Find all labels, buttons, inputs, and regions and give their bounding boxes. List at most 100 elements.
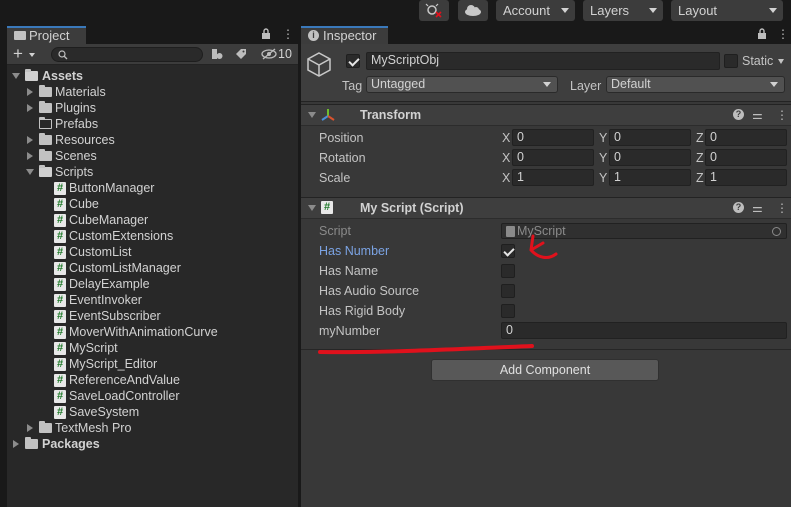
collab-button[interactable] bbox=[419, 0, 449, 21]
tree-item-packages[interactable]: Packages bbox=[7, 436, 298, 452]
more-menu-icon[interactable]: ⋮ bbox=[282, 27, 294, 41]
has-number-checkbox[interactable] bbox=[501, 244, 515, 258]
lock-icon[interactable] bbox=[757, 28, 767, 43]
tree-item-script[interactable]: # MyScript bbox=[7, 340, 298, 356]
x-label[interactable]: X bbox=[502, 150, 510, 166]
y-label[interactable]: Y bbox=[599, 150, 607, 166]
tree-item-script[interactable]: # ButtonManager bbox=[7, 180, 298, 196]
tree-item-label: Scenes bbox=[55, 149, 97, 163]
scale-y-field[interactable]: 1 bbox=[609, 169, 691, 186]
tree-item-textmesh-pro[interactable]: TextMesh Pro bbox=[7, 420, 298, 436]
tab-project[interactable]: Project bbox=[7, 26, 86, 44]
tree-item-script[interactable]: # EventSubscriber bbox=[7, 308, 298, 324]
tree-item-label: Cube bbox=[69, 197, 99, 211]
rotation-y-field[interactable]: 0 bbox=[609, 149, 691, 166]
empty-folder-icon bbox=[39, 117, 52, 129]
chevron-down-icon[interactable] bbox=[29, 53, 35, 57]
collapsed-arrow-icon bbox=[13, 440, 19, 448]
y-label[interactable]: Y bbox=[599, 170, 607, 186]
x-label[interactable]: X bbox=[502, 130, 510, 146]
tree-item-prefabs[interactable]: Prefabs bbox=[7, 116, 298, 132]
tree-item-script[interactable]: # SaveLoadController bbox=[7, 388, 298, 404]
has-rigid-body-checkbox[interactable] bbox=[501, 304, 515, 318]
has-name-checkbox[interactable] bbox=[501, 264, 515, 278]
tree-item-script[interactable]: # CubeManager bbox=[7, 212, 298, 228]
tree-item-plugins[interactable]: Plugins bbox=[7, 100, 298, 116]
lock-icon[interactable] bbox=[261, 28, 271, 43]
tree-item-script[interactable]: # EventInvoker bbox=[7, 292, 298, 308]
has-audio-source-label: Has Audio Source bbox=[319, 284, 420, 298]
project-tab-bar: Project ⋮ bbox=[7, 26, 298, 44]
tag-label: Tag bbox=[342, 79, 363, 93]
csharp-script-icon: # bbox=[54, 406, 66, 419]
tree-item-scenes[interactable]: Scenes bbox=[7, 148, 298, 164]
tree-item-script[interactable]: # DelayExample bbox=[7, 276, 298, 292]
tree-item-assets[interactable]: Assets bbox=[7, 68, 298, 84]
create-plus-icon[interactable]: + bbox=[13, 44, 23, 64]
scale-x-field[interactable]: 1 bbox=[512, 169, 594, 186]
add-component-button[interactable]: Add Component bbox=[431, 359, 659, 381]
has-name-label: Has Name bbox=[319, 264, 379, 278]
tree-item-label: CustomListManager bbox=[69, 261, 181, 275]
help-icon[interactable]: ? bbox=[733, 109, 744, 120]
preset-icon[interactable]: ⚌ bbox=[752, 108, 763, 122]
csharp-script-icon: # bbox=[54, 214, 66, 227]
static-toggle[interactable] bbox=[724, 54, 738, 68]
position-x-field[interactable]: 0 bbox=[512, 129, 594, 146]
help-icon[interactable]: ? bbox=[733, 202, 744, 213]
object-picker-icon bbox=[772, 227, 781, 236]
more-menu-icon[interactable]: ⋮ bbox=[777, 27, 789, 41]
tree-item-script[interactable]: # MoverWithAnimationCurve bbox=[7, 324, 298, 340]
filter-by-label-icon[interactable] bbox=[235, 48, 247, 60]
tree-item-scripts[interactable]: Scripts bbox=[7, 164, 298, 180]
tree-item-script[interactable]: # SaveSystem bbox=[7, 404, 298, 420]
hidden-packages-icon[interactable] bbox=[261, 48, 277, 60]
x-label[interactable]: X bbox=[502, 170, 510, 186]
tree-item-script[interactable]: # CustomListManager bbox=[7, 260, 298, 276]
has-audio-source-checkbox[interactable] bbox=[501, 284, 515, 298]
z-label[interactable]: Z bbox=[696, 170, 704, 186]
more-menu-icon[interactable]: ⋮ bbox=[776, 201, 788, 215]
layer-dropdown[interactable]: Default bbox=[606, 76, 785, 93]
account-dropdown[interactable]: Account bbox=[496, 0, 575, 21]
scale-label: Scale bbox=[319, 171, 351, 185]
expanded-arrow-icon bbox=[308, 205, 316, 211]
layers-dropdown[interactable]: Layers bbox=[583, 0, 663, 21]
tree-item-script[interactable]: # CustomExtensions bbox=[7, 228, 298, 244]
gameobject-header: MyScriptObj Static Tag Untagged Layer De… bbox=[301, 44, 791, 102]
chevron-down-icon[interactable] bbox=[778, 59, 784, 64]
layout-dropdown[interactable]: Layout bbox=[671, 0, 783, 21]
rotation-x-field[interactable]: 0 bbox=[512, 149, 594, 166]
scale-z-field[interactable]: 1 bbox=[705, 169, 787, 186]
tree-item-script[interactable]: # MyScript_Editor bbox=[7, 356, 298, 372]
project-toolbar: + 10 bbox=[7, 44, 298, 65]
position-z-field[interactable]: 0 bbox=[705, 129, 787, 146]
search-input[interactable] bbox=[51, 47, 203, 62]
tab-inspector[interactable]: i Inspector bbox=[301, 26, 388, 44]
csharp-script-icon: # bbox=[54, 278, 66, 291]
z-label[interactable]: Z bbox=[696, 130, 704, 146]
inspector-panel: i Inspector ⋮ MyScriptObj Static Tag Unt… bbox=[301, 26, 791, 507]
rotation-z-field[interactable]: 0 bbox=[705, 149, 787, 166]
folder-icon bbox=[39, 421, 52, 433]
tree-item-script[interactable]: # ReferenceAndValue bbox=[7, 372, 298, 388]
mynumber-field[interactable]: 0 bbox=[501, 322, 787, 339]
tree-item-script[interactable]: # CustomList bbox=[7, 244, 298, 260]
more-menu-icon[interactable]: ⋮ bbox=[776, 108, 788, 122]
filter-by-type-icon[interactable] bbox=[211, 48, 223, 60]
preset-icon[interactable]: ⚌ bbox=[752, 201, 763, 215]
tree-item-script[interactable]: # Cube bbox=[7, 196, 298, 212]
tree-item-resources[interactable]: Resources bbox=[7, 132, 298, 148]
position-y-field[interactable]: 0 bbox=[609, 129, 691, 146]
tree-item-materials[interactable]: Materials bbox=[7, 84, 298, 100]
tree-item-label: Scripts bbox=[55, 165, 94, 179]
tree-item-label: DelayExample bbox=[69, 277, 150, 291]
y-label[interactable]: Y bbox=[599, 130, 607, 146]
myscript-header[interactable]: # My Script (Script) ? ⚌ ⋮ bbox=[301, 197, 791, 219]
tag-dropdown[interactable]: Untagged bbox=[366, 76, 558, 93]
cloud-button[interactable] bbox=[458, 0, 488, 21]
transform-header[interactable]: Transform ? ⚌ ⋮ bbox=[301, 104, 791, 126]
active-toggle[interactable] bbox=[346, 54, 360, 68]
z-label[interactable]: Z bbox=[696, 150, 704, 166]
object-name-field[interactable]: MyScriptObj bbox=[366, 52, 720, 70]
